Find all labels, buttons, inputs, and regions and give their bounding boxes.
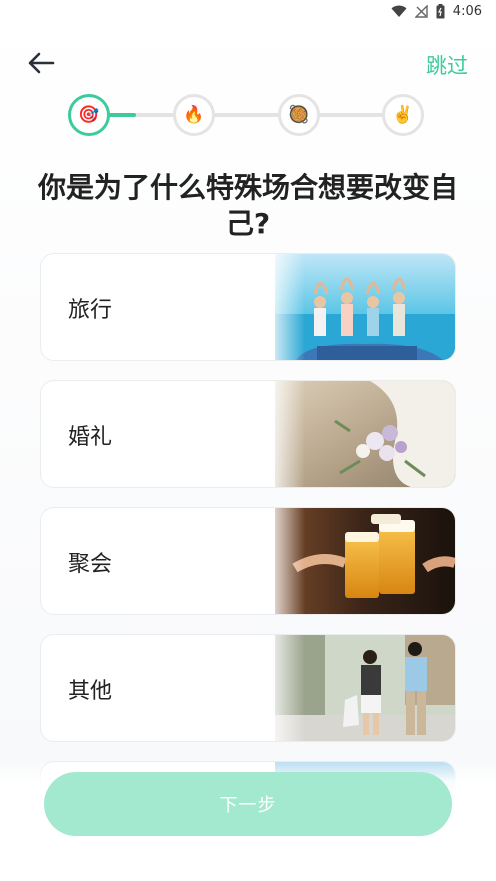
step-4: ✌️ [382, 94, 424, 136]
arrow-left-icon [28, 52, 55, 74]
photo-fade [265, 254, 305, 360]
photo-fade [265, 381, 305, 487]
photo-fade [265, 635, 305, 741]
step-1: 🎯 [68, 94, 110, 136]
skip-button[interactable]: 跳过 [426, 50, 468, 80]
screen: 4:06 跳过 🎯 🔥 🥘 ✌️ 你是为了什么特殊场合想要改变自己? 旅行 婚礼… [0, 0, 496, 881]
fire-icon: 🔥 [183, 105, 205, 125]
option-card-party[interactable]: 聚会 [40, 507, 456, 615]
wifi-icon [391, 5, 407, 18]
food-bowl-icon: 🥘 [288, 105, 310, 125]
question-title: 你是为了什么特殊场合想要改变自己? [37, 171, 458, 240]
status-bar: 4:06 [0, 0, 496, 22]
victory-hand-icon: ✌️ [392, 105, 414, 125]
option-label: 其他 [68, 679, 113, 704]
option-label: 婚礼 [68, 425, 113, 450]
back-button[interactable] [26, 50, 56, 76]
option-card-travel[interactable]: 旅行 [40, 253, 456, 361]
next-button[interactable]: 下一步 [44, 772, 452, 836]
option-label: 旅行 [68, 298, 113, 323]
option-card-wedding[interactable]: 婚礼 [40, 380, 456, 488]
progress-stepper: 🎯 🔥 🥘 ✌️ [68, 94, 424, 136]
option-label: 聚会 [68, 552, 113, 577]
no-signal-icon [414, 4, 428, 18]
step-3: 🥘 [278, 94, 320, 136]
battery-icon [436, 3, 445, 19]
step-2: 🔥 [173, 94, 215, 136]
target-icon: 🎯 [78, 105, 100, 125]
status-time: 4:06 [452, 3, 482, 19]
option-card-other[interactable]: 其他 [40, 634, 456, 742]
photo-fade [265, 508, 305, 614]
